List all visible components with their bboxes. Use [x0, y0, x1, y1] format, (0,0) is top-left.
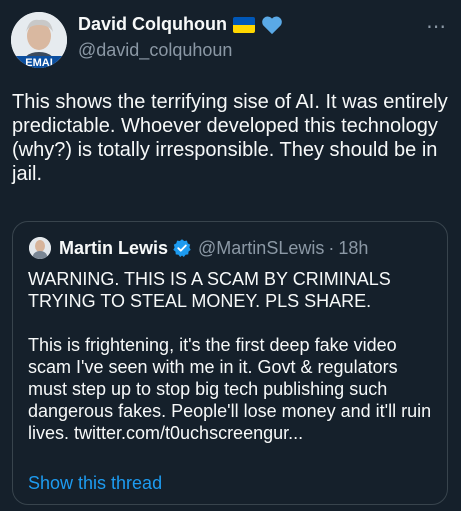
quoted-author-name[interactable]: Martin Lewis	[59, 238, 168, 259]
quoted-tweet-header: Martin Lewis @MartinSLewis · 18h	[29, 237, 368, 259]
avatar-text: EMAI	[25, 57, 53, 68]
show-thread-link[interactable]: Show this thread	[28, 473, 162, 494]
verified-badge-icon	[173, 239, 191, 257]
quoted-avatar[interactable]	[29, 237, 51, 259]
separator-dot: ·	[328, 237, 335, 258]
author-handle[interactable]: @david_colquhoun	[78, 40, 232, 61]
author-name-row: David Colquhoun	[78, 14, 283, 35]
quoted-tweet[interactable]: Martin Lewis @MartinSLewis · 18h WARNING…	[12, 221, 448, 505]
ukraine-flag-icon	[232, 16, 255, 33]
author-avatar-image: EMAI	[11, 12, 67, 68]
author-avatar[interactable]: EMAI	[11, 12, 67, 68]
quoted-author-handle[interactable]: @MartinSLewis	[198, 238, 324, 259]
quoted-timestamp[interactable]: 18h	[338, 238, 368, 259]
tweet-text: This shows the terrifying sise of AI. It…	[12, 91, 448, 185]
author-name[interactable]: David Colquhoun	[78, 14, 227, 35]
more-options-icon[interactable]: ⋯	[426, 14, 447, 39]
quoted-tweet-text: WARNING. THIS IS A SCAM BY CRIMINALS TRY…	[28, 269, 432, 443]
blue-heart-icon	[262, 16, 282, 34]
quoted-avatar-image	[29, 237, 51, 259]
